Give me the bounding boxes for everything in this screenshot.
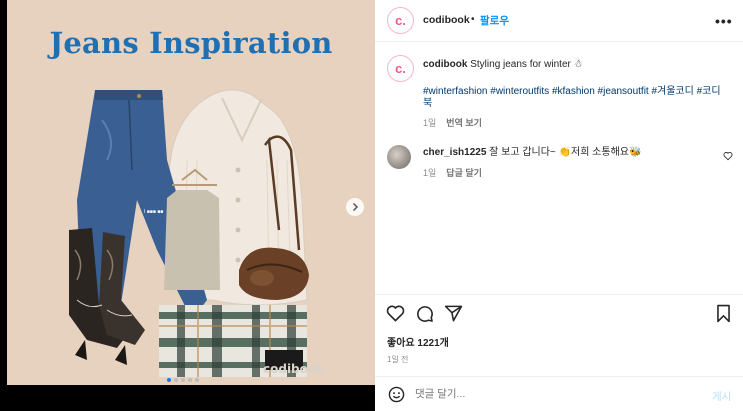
translate-button[interactable]: 번역 보기 <box>446 116 482 129</box>
caption-meta: 1일 번역 보기 <box>423 116 482 129</box>
caption-username-link[interactable]: codibook <box>423 59 467 70</box>
follow-button[interactable]: 팔로우 <box>480 13 509 28</box>
post-sidebar: c. codibook • 팔로우 ••• c. codibook Stylin… <box>375 0 743 411</box>
carousel-dot <box>188 378 192 382</box>
header-divider <box>375 41 743 42</box>
avatar-letter: c. <box>395 61 406 76</box>
post-header: c. codibook • 팔로우 ••• <box>375 0 743 41</box>
comment-input[interactable] <box>415 388 550 400</box>
more-options-icon[interactable]: ••• <box>715 13 733 29</box>
caption-hashtags[interactable]: #winterfashion #winteroutfits #kfashion … <box>423 86 728 110</box>
commenter-avatar[interactable] <box>387 145 411 169</box>
header-separator: • <box>471 14 475 25</box>
bookmark-icon[interactable] <box>715 304 732 323</box>
emoji-icon[interactable] <box>388 386 405 403</box>
cowboy-boots-image <box>69 228 145 365</box>
carousel-dot <box>174 378 178 382</box>
post-caption: codibook Styling jeans for winter ☃ <box>423 58 738 72</box>
instagram-post-modal: Jeans Inspiration I ■■■ ■■ codibook c. c… <box>0 0 743 411</box>
post-media: Jeans Inspiration I ■■■ ■■ codibook <box>7 0 375 411</box>
avatar-letter: c. <box>395 13 406 28</box>
caption-text: Styling jeans for winter ☃ <box>470 59 583 70</box>
photo-watermark-text: codibook <box>263 362 325 376</box>
comment-text: 잘 보고 갑니다~ 👏저희 소통해요🐝 <box>489 147 642 158</box>
heart-icon[interactable] <box>386 304 405 323</box>
backdrop-edge <box>0 0 7 411</box>
commenter-username-link[interactable]: cher_ish1225 <box>423 147 486 158</box>
caption-age[interactable]: 1일 <box>423 116 436 129</box>
carousel-dots <box>167 378 199 382</box>
comment-age: 1일 <box>423 168 437 178</box>
comment-like-heart-icon[interactable] <box>723 151 733 161</box>
post-photo: Jeans Inspiration I ■■■ ■■ codibook <box>7 0 375 385</box>
post-comment-button[interactable]: 게시 <box>712 389 731 404</box>
carousel-next-button[interactable] <box>346 198 364 216</box>
comment-item: cher_ish1225 잘 보고 갑니다~ 👏저희 소통해요🐝 <box>423 146 641 160</box>
outfit-illustration: I ■■■ ■■ <box>69 89 309 377</box>
likes-count[interactable]: 좋아요 1221개 <box>387 334 449 349</box>
share-icon[interactable] <box>444 304 463 323</box>
svg-text:I ■■■ ■■: I ■■■ ■■ <box>144 209 163 215</box>
post-action-bar <box>375 300 743 326</box>
caption-author-avatar[interactable]: c. <box>387 55 414 82</box>
carousel-dot <box>167 378 171 382</box>
comment-icon[interactable] <box>415 304 434 323</box>
add-comment-bar: 게시 <box>375 377 743 411</box>
actions-divider <box>375 294 743 295</box>
author-username-link[interactable]: codibook <box>423 14 470 26</box>
reply-button[interactable]: 답글 달기 <box>446 166 482 179</box>
chevron-right-icon <box>352 202 359 212</box>
comment-meta: 1일 답글 달기 <box>423 166 482 179</box>
author-avatar[interactable]: c. <box>387 7 414 34</box>
post-timestamp[interactable]: 1일 전 <box>387 354 408 365</box>
carousel-dot <box>195 378 199 382</box>
carousel-dot <box>181 378 185 382</box>
